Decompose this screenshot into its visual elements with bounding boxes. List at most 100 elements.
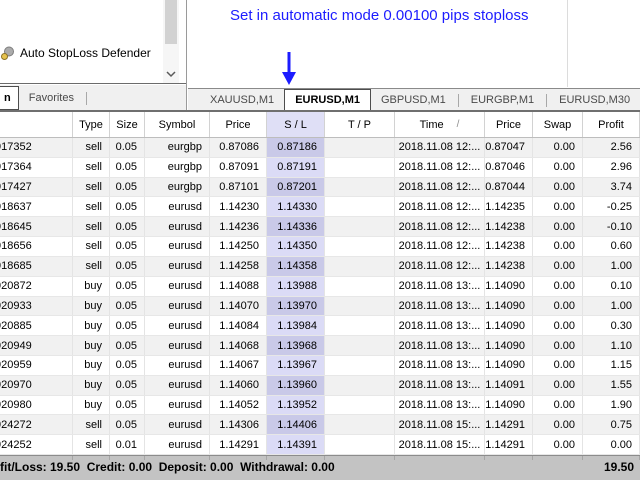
open-price-cell: 1.14088 — [210, 276, 267, 296]
chart-tab-eurusd-m30[interactable]: EURUSD,M30 — [549, 89, 640, 111]
chart-tab-eurusd-m1[interactable]: EURUSD,M1 — [284, 89, 371, 111]
type-cell: buy — [73, 375, 110, 395]
open-price-cell: 1.14067 — [210, 355, 267, 375]
open-price-cell: 1.14236 — [210, 217, 267, 237]
symbol-cell: eurusd — [145, 435, 210, 454]
chart-tab-xauusd-m1[interactable]: XAUUSD,M1 — [200, 89, 284, 111]
time-cell: 2018.11.08 15:... — [395, 435, 485, 454]
size-cell: 0.05 — [110, 395, 145, 415]
take-profit-cell — [325, 237, 395, 256]
order-cell: 917364 — [0, 157, 73, 177]
header-swap[interactable]: Swap — [533, 112, 583, 137]
table-row[interactable]: 918656sell0.05eurusd1.142501.14350 2018.1… — [0, 237, 640, 257]
navigator-tabbar: n Favorites — [0, 85, 186, 111]
take-profit-cell — [325, 375, 395, 395]
table-row[interactable]: 917427sell0.05eurgbp0.871010.87201 2018.1… — [0, 177, 640, 198]
symbol-cell: eurusd — [145, 256, 210, 276]
navigator-tab-favorites[interactable]: Favorites — [19, 85, 84, 111]
header-symbol[interactable]: Symbol — [145, 112, 210, 137]
profit-cell: 0.30 — [583, 316, 640, 336]
table-row[interactable]: 918645sell0.05eurusd1.142361.14336 2018.1… — [0, 217, 640, 238]
current-price-cell: 1.14090 — [485, 316, 533, 336]
type-cell: sell — [73, 177, 110, 197]
take-profit-cell — [325, 157, 395, 177]
header-size[interactable]: Size — [110, 112, 145, 137]
stop-loss-cell: 1.13984 — [267, 316, 325, 336]
type-cell: sell — [73, 197, 110, 217]
size-cell: 0.05 — [110, 138, 145, 157]
current-price-cell: 1.14291 — [485, 415, 533, 435]
open-price-cell: 1.14084 — [210, 316, 267, 336]
navigator-tab-common[interactable]: n — [0, 86, 19, 110]
order-cell: 917427 — [0, 177, 73, 197]
status-tick — [325, 456, 395, 460]
table-row[interactable]: 920970buy0.05eurusd1.140601.13960 2018.11… — [0, 375, 640, 396]
header-open-price[interactable]: Price — [210, 112, 267, 137]
profit-cell: 0.10 — [583, 276, 640, 296]
size-cell: 0.05 — [110, 197, 145, 217]
chart-tab-gbpusd-m1[interactable]: GBPUSD,M1 — [371, 89, 456, 111]
size-cell: 0.05 — [110, 276, 145, 296]
header-type[interactable]: Type — [73, 112, 110, 137]
current-price-cell: 1.14090 — [485, 276, 533, 296]
open-price-cell: 1.14060 — [210, 375, 267, 395]
table-row[interactable]: 924272sell0.05eurusd1.143061.14406 2018.1… — [0, 415, 640, 436]
open-price-cell: 1.14258 — [210, 256, 267, 276]
chart-tab-eurgbp-m1[interactable]: EURGBP,M1 — [461, 89, 544, 111]
order-cell: 920933 — [0, 296, 73, 316]
navigator-item-auto-stoploss-defender[interactable]: Auto StopLoss Defender — [0, 44, 151, 62]
time-cell: 2018.11.08 12:... — [395, 256, 485, 276]
stop-loss-cell: 0.87191 — [267, 157, 325, 177]
symbol-cell: eurgbp — [145, 157, 210, 177]
swap-cell: 0.00 — [533, 217, 583, 237]
table-row[interactable]: 920885buy0.05eurusd1.140841.13984 2018.11… — [0, 316, 640, 337]
status-tick — [533, 456, 583, 460]
order-cell: 918637 — [0, 197, 73, 217]
time-cell: 2018.11.08 12:... — [395, 217, 485, 237]
size-cell: 0.01 — [110, 435, 145, 454]
size-cell: 0.05 — [110, 157, 145, 177]
size-cell: 0.05 — [110, 336, 145, 355]
navigator-scrollbar[interactable] — [163, 0, 179, 83]
order-cell: 920970 — [0, 375, 73, 395]
header-stop-loss[interactable]: S / L — [267, 112, 325, 137]
size-cell: 0.05 — [110, 316, 145, 336]
current-price-cell: 1.14090 — [485, 355, 533, 375]
order-cell: 918685 — [0, 256, 73, 276]
type-cell: buy — [73, 276, 110, 296]
chart-tab-label: EURGBP,M1 — [470, 94, 535, 106]
table-row[interactable]: 920949buy0.05eurusd1.140681.13968 2018.11… — [0, 336, 640, 356]
table-row[interactable]: 917352sell0.05eurgbp0.870860.87186 2018.1… — [0, 138, 640, 158]
type-cell: buy — [73, 336, 110, 355]
order-cell: 924272 — [0, 415, 73, 435]
header-current-price[interactable]: Price — [485, 112, 533, 137]
profit-cell: 0.60 — [583, 237, 640, 256]
table-row[interactable]: 920872buy0.05eurusd1.140881.13988 2018.11… — [0, 276, 640, 297]
header-profit[interactable]: Profit — [583, 112, 640, 137]
table-row[interactable]: 920933buy0.05eurusd1.140701.13970 2018.11… — [0, 296, 640, 317]
symbol-cell: eurusd — [145, 355, 210, 375]
take-profit-cell — [325, 296, 395, 316]
size-cell: 0.05 — [110, 217, 145, 237]
size-cell: 0.05 — [110, 375, 145, 395]
profit-cell: 3.74 — [583, 177, 640, 197]
table-row[interactable]: 918637sell0.05eurusd1.142301.14330 2018.1… — [0, 197, 640, 218]
header-take-profit[interactable]: T / P — [325, 112, 395, 137]
order-cell: 920980 — [0, 395, 73, 415]
table-row[interactable]: 918685sell0.05eurusd1.142581.14358 2018.1… — [0, 256, 640, 277]
table-row[interactable]: 920980buy0.05eurusd1.140521.13952 2018.11… — [0, 395, 640, 416]
stop-loss-cell: 1.14358 — [267, 256, 325, 276]
scroll-down-icon[interactable] — [165, 68, 177, 80]
tab-separator — [546, 93, 548, 107]
time-cell: 2018.11.08 12:... — [395, 177, 485, 197]
header-order[interactable] — [0, 112, 73, 137]
size-cell: 0.05 — [110, 256, 145, 276]
table-row[interactable]: 924252sell0.01eurusd1.142911.143912018.1… — [0, 435, 640, 455]
stop-loss-cell: 1.13988 — [267, 276, 325, 296]
chart-area: Set in automatic mode 0.00100 pips stopl… — [188, 0, 640, 111]
table-row[interactable]: 917364sell0.05eurgbp0.870910.87191 2018.1… — [0, 157, 640, 178]
scrollbar-thumb[interactable] — [165, 0, 177, 44]
profit-cell: -0.25 — [583, 197, 640, 217]
table-row[interactable]: 920959buy0.05eurusd1.140671.13967 2018.11… — [0, 355, 640, 376]
header-time[interactable]: Time / — [395, 112, 485, 137]
